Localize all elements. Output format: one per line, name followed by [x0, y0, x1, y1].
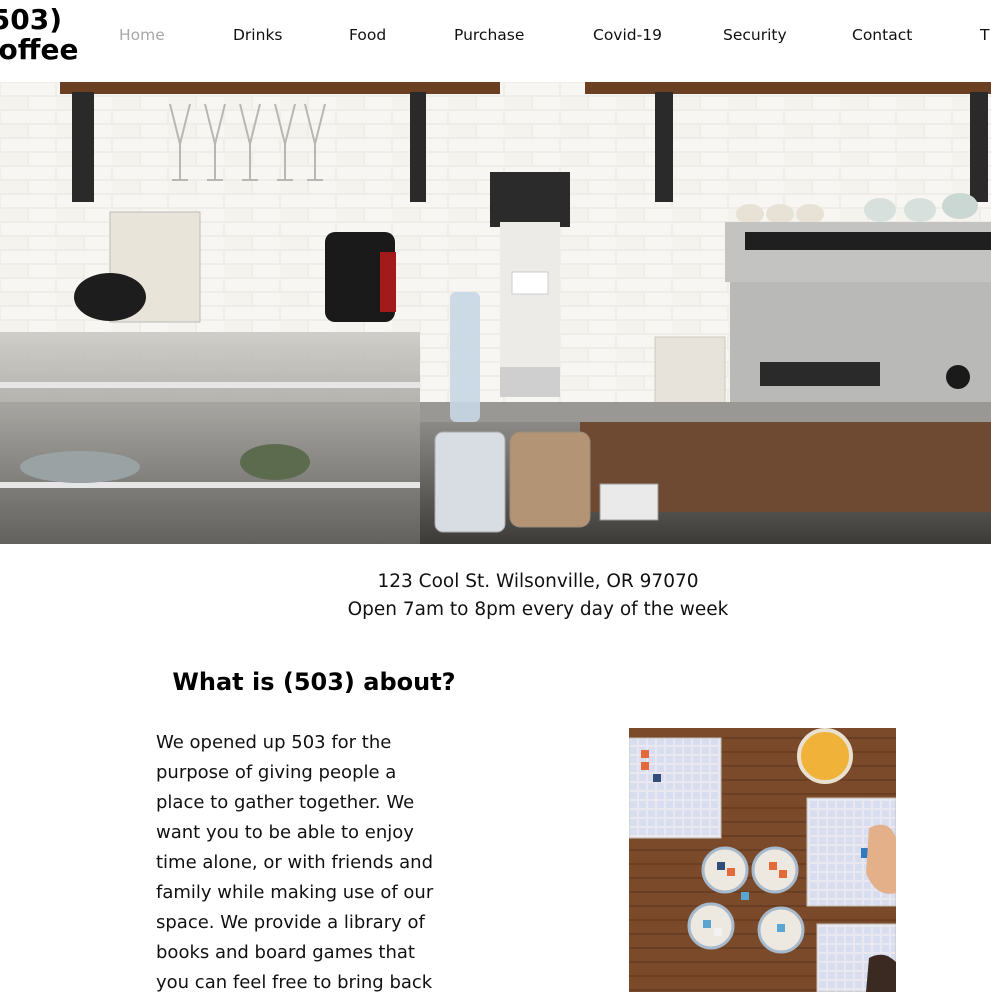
nav-item-overflow[interactable]: T: [980, 26, 989, 44]
nav-item-food[interactable]: Food: [349, 26, 386, 44]
about-line: books and board games that: [156, 942, 415, 963]
cafe-counter-photo-icon: [0, 82, 991, 544]
nav-item-home[interactable]: Home: [119, 26, 165, 44]
about-line: family while making use of our: [156, 882, 434, 903]
nav-item-security[interactable]: Security: [723, 26, 787, 44]
about-line: want you to be able to enjoy: [156, 822, 414, 843]
about-paragraph: We opened up 503 for the purpose of givi…: [156, 728, 471, 998]
about-line: time alone, or with friends and: [156, 852, 434, 873]
location-info: 123 Cool St. Wilsonville, OR 97070 Open …: [0, 568, 991, 624]
about-line: you can feel free to bring back: [156, 972, 433, 993]
address-text: 123 Cool St. Wilsonville, OR 97070: [377, 571, 699, 592]
hero-image: [0, 82, 991, 544]
board-game-photo-icon: [629, 728, 896, 992]
main-nav: Home Drinks Food Purchase Covid-19 Secur…: [0, 0, 991, 72]
about-heading: What is (503) about?: [172, 668, 456, 696]
nav-item-contact[interactable]: Contact: [852, 26, 912, 44]
nav-item-covid-19[interactable]: Covid-19: [593, 26, 662, 44]
about-line: purpose of giving people a: [156, 762, 397, 783]
about-line: place to gather together. We: [156, 792, 415, 813]
hours-text: Open 7am to 8pm every day of the week: [347, 599, 729, 620]
nav-item-purchase[interactable]: Purchase: [454, 26, 524, 44]
about-line: space. We provide a library of: [156, 912, 425, 933]
about-line: We opened up 503 for the: [156, 732, 392, 753]
board-game-image: [629, 728, 896, 992]
site-header: (503) Coffee Home Drinks Food Purchase C…: [0, 0, 991, 82]
nav-item-drinks[interactable]: Drinks: [233, 26, 283, 44]
